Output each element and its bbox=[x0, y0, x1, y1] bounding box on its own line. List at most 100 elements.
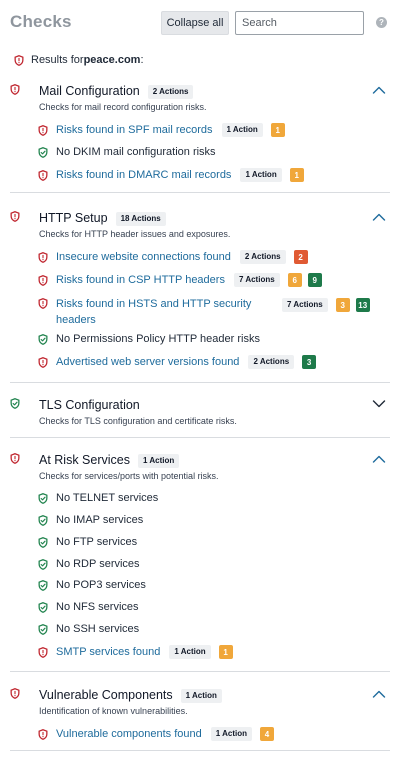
action-count-badge: 1 Action bbox=[169, 645, 211, 659]
check-item-link[interactable]: Risks found in HSTS and HTTP security hea… bbox=[56, 296, 278, 328]
check-item-text: No POP3 services bbox=[56, 579, 146, 591]
section-description: Checks for services/ports with potential… bbox=[39, 471, 219, 481]
check-item: No FTP services bbox=[38, 536, 137, 548]
check-item[interactable]: SMTP services found 1 Action 1 bbox=[38, 645, 233, 659]
check-item-text: No IMAP services bbox=[56, 514, 144, 526]
check-item-text: No NFS services bbox=[56, 601, 139, 613]
check-item-link[interactable]: Risks found in DMARC mail records bbox=[56, 169, 231, 181]
shield-alert-icon bbox=[10, 211, 20, 222]
section-header[interactable]: TLS Configuration bbox=[10, 396, 390, 414]
finding-count: 1 bbox=[289, 168, 304, 182]
action-count-badge: 1 Action bbox=[221, 123, 263, 137]
shield-check-icon bbox=[38, 146, 48, 158]
shield-check-icon bbox=[38, 558, 48, 570]
check-item: No SSH services bbox=[38, 623, 139, 635]
shield-alert-icon bbox=[38, 251, 48, 263]
section-title-text: Mail Configuration bbox=[39, 84, 140, 98]
check-item[interactable]: Risks found in HSTS and HTTP security hea… bbox=[38, 296, 370, 328]
shield-alert-icon bbox=[38, 274, 48, 286]
check-item: No POP3 services bbox=[38, 579, 146, 591]
action-count-badge: 1 Action bbox=[180, 689, 222, 703]
shield-alert-icon bbox=[38, 646, 48, 658]
chevron-up-icon[interactable] bbox=[372, 454, 386, 464]
shield-alert-icon bbox=[14, 54, 24, 66]
section-divider bbox=[10, 671, 390, 672]
finding-count: 3 bbox=[302, 355, 317, 369]
shield-check-icon bbox=[38, 579, 48, 591]
page-title: Checks bbox=[10, 12, 72, 31]
check-item-link[interactable]: SMTP services found bbox=[56, 646, 160, 658]
check-item-link[interactable]: Risks found in SPF mail records bbox=[56, 124, 213, 136]
shield-check-icon bbox=[38, 492, 48, 504]
action-count-badge: 18 Actions bbox=[115, 212, 166, 226]
action-count-badge: 2 Actions bbox=[248, 355, 295, 369]
section-description: Identification of known vulnerabilities. bbox=[39, 706, 188, 716]
section-description: Checks for mail record configuration ris… bbox=[39, 102, 207, 112]
check-item-link[interactable]: Risks found in CSP HTTP headers bbox=[56, 274, 225, 286]
check-item[interactable]: Insecure website connections found 2 Acti… bbox=[38, 250, 308, 264]
section-divider bbox=[10, 192, 390, 193]
chevron-up-icon[interactable] bbox=[372, 689, 386, 699]
section-title: Vulnerable Components 1 Action bbox=[39, 686, 222, 704]
check-item[interactable]: Vulnerable components found 1 Action 4 bbox=[38, 727, 275, 741]
check-item: No TELNET services bbox=[38, 492, 158, 504]
shield-alert-icon bbox=[38, 728, 48, 740]
check-item-text: No RDP services bbox=[56, 558, 140, 570]
finding-count: 1 bbox=[270, 123, 285, 137]
section-title: TLS Configuration bbox=[39, 396, 140, 414]
check-item-link[interactable]: Vulnerable components found bbox=[56, 728, 202, 740]
action-count-badge: 1 Action bbox=[240, 168, 282, 182]
check-item: No RDP services bbox=[38, 558, 140, 570]
shield-alert-icon bbox=[38, 169, 48, 181]
collapse-all-button[interactable]: Collapse all bbox=[161, 11, 229, 35]
check-item-text-line2: headers bbox=[56, 314, 96, 326]
section-description: Checks for HTTP header issues and exposu… bbox=[39, 229, 231, 239]
section-title-text: Vulnerable Components bbox=[39, 688, 173, 702]
check-item-link[interactable]: Insecure website connections found bbox=[56, 251, 231, 263]
finding-count: 3 bbox=[335, 298, 350, 312]
results-suffix: : bbox=[140, 54, 144, 66]
section-header[interactable]: Mail Configuration 2 Actions bbox=[10, 82, 390, 100]
chevron-down-icon[interactable] bbox=[372, 399, 386, 409]
chevron-up-icon[interactable] bbox=[372, 212, 386, 222]
section-title: At Risk Services 1 Action bbox=[39, 451, 180, 469]
check-item-link[interactable]: Advertised web server versions found bbox=[56, 356, 239, 368]
results-domain: peace.com bbox=[83, 54, 141, 66]
check-item: No Permissions Policy HTTP header risks bbox=[38, 333, 260, 345]
finding-count: 4 bbox=[260, 727, 275, 741]
results-line: Results for peace.com: bbox=[14, 53, 144, 67]
check-item: No NFS services bbox=[38, 601, 139, 613]
check-item[interactable]: Risks found in SPF mail records 1 Action 1 bbox=[38, 123, 285, 137]
shield-alert-icon bbox=[10, 453, 20, 464]
shield-check-icon bbox=[38, 333, 48, 345]
check-item[interactable]: Risks found in CSP HTTP headers 7 Actions… bbox=[38, 273, 322, 287]
results-prefix: Results for bbox=[31, 54, 84, 66]
check-item-text: No DKIM mail configuration risks bbox=[56, 146, 216, 158]
finding-count: 2 bbox=[293, 250, 308, 264]
finding-count: 13 bbox=[355, 298, 370, 312]
section-header[interactable]: Vulnerable Components 1 Action bbox=[10, 686, 390, 704]
section-header[interactable]: HTTP Setup 18 Actions bbox=[10, 209, 390, 227]
help-icon[interactable]: ? bbox=[376, 17, 387, 28]
header: Checks Collapse all ? bbox=[0, 0, 400, 46]
shield-alert-icon bbox=[10, 688, 20, 699]
section-title-text: At Risk Services bbox=[39, 453, 130, 467]
check-item[interactable]: Risks found in DMARC mail records 1 Actio… bbox=[38, 168, 304, 182]
finding-count: 9 bbox=[307, 273, 322, 287]
check-item: No DKIM mail configuration risks bbox=[38, 146, 216, 158]
section-header[interactable]: At Risk Services 1 Action bbox=[10, 451, 390, 469]
search-input[interactable] bbox=[235, 11, 364, 35]
check-item[interactable]: Advertised web server versions found 2 Ac… bbox=[38, 355, 317, 369]
shield-check-icon bbox=[10, 398, 20, 409]
section-title-text: HTTP Setup bbox=[39, 211, 108, 225]
check-item: No IMAP services bbox=[38, 514, 143, 526]
finding-count: 1 bbox=[218, 645, 233, 659]
action-count-badge: 1 Action bbox=[138, 454, 180, 468]
shield-alert-icon bbox=[10, 84, 20, 95]
shield-check-icon bbox=[38, 623, 48, 635]
chevron-up-icon[interactable] bbox=[372, 85, 386, 95]
shield-check-icon bbox=[38, 514, 48, 526]
shield-alert-icon bbox=[38, 356, 48, 368]
section-title-text: TLS Configuration bbox=[39, 398, 140, 412]
action-count-badge: 2 Actions bbox=[239, 250, 286, 264]
